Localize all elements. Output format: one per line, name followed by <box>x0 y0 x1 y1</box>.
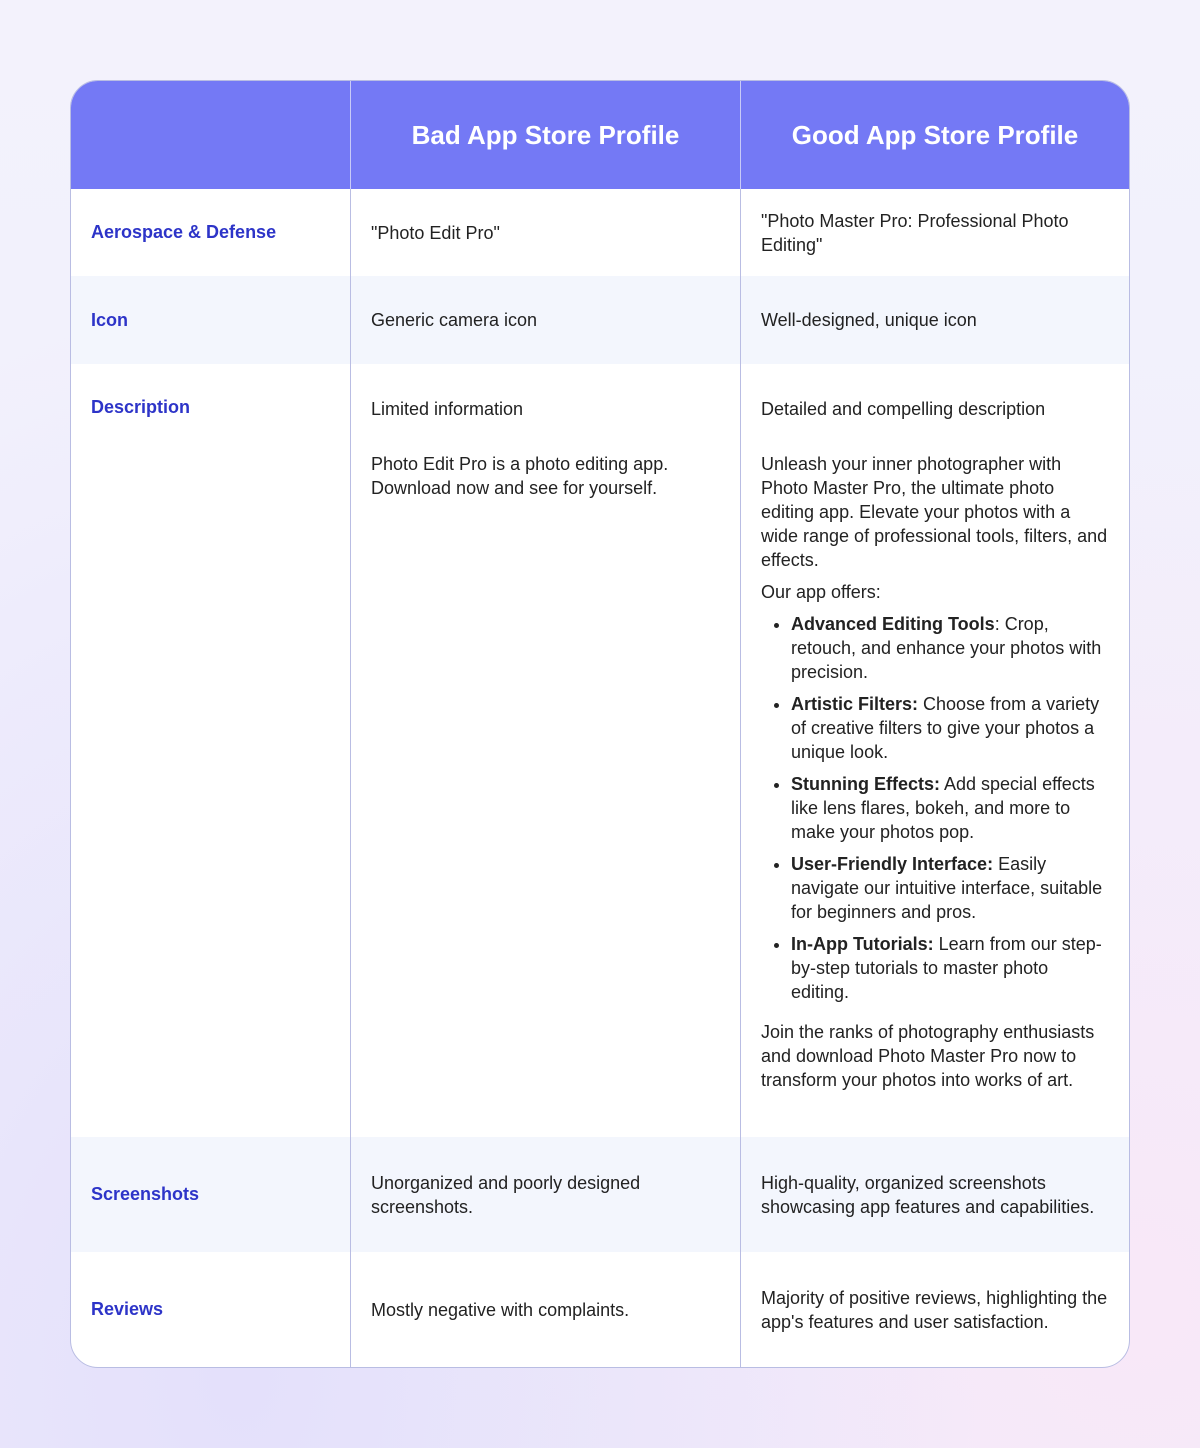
good-value: High-quality, organized screenshots show… <box>761 1172 1095 1217</box>
good-desc-offers: Our app offers: <box>761 582 881 602</box>
feature-item: Advanced Editing Tools: Crop, retouch, a… <box>791 612 1109 684</box>
table-header: Bad App Store Profile Good App Store Pro… <box>71 81 1129 189</box>
bad-desc-body: Photo Edit Pro is a photo editing app. D… <box>371 454 669 498</box>
header-good-profile: Good App Store Profile <box>740 81 1129 189</box>
header-bad-title: Bad App Store Profile <box>411 119 680 150</box>
bad-value: Mostly negative with complaints. <box>371 1299 630 1320</box>
row-label: Screenshots <box>91 1184 200 1204</box>
good-value: Majority of positive reviews, highlighti… <box>761 1287 1108 1332</box>
table-row-screenshots: Screenshots Unorganized and poorly desig… <box>71 1137 1129 1252</box>
comparison-table: Bad App Store Profile Good App Store Pro… <box>70 80 1130 1368</box>
feature-item: User-Friendly Interface: Easily navigate… <box>791 852 1109 924</box>
good-value: "Photo Master Pro: Professional Photo Ed… <box>761 210 1069 255</box>
bad-value: "Photo Edit Pro" <box>371 222 500 243</box>
good-desc-title: Detailed and compelling description <box>761 399 1046 419</box>
header-bad-profile: Bad App Store Profile <box>350 81 740 189</box>
table-row-name: Aerospace & Defense "Photo Edit Pro" "Ph… <box>71 189 1129 276</box>
row-label: Description <box>91 397 191 417</box>
header-good-title: Good App Store Profile <box>791 119 1079 150</box>
good-value: Well-designed, unique icon <box>761 310 977 330</box>
bad-value: Generic camera icon <box>371 310 538 330</box>
good-desc-outro: Join the ranks of photography enthusiast… <box>761 1022 1095 1090</box>
table-row-description: Description Limited information Photo Ed… <box>71 364 1129 1137</box>
row-label: Reviews <box>91 1299 164 1319</box>
bad-desc-title: Limited information <box>371 399 524 419</box>
feature-item: Artistic Filters: Choose from a variety … <box>791 692 1109 764</box>
feature-list: Advanced Editing Tools: Crop, retouch, a… <box>761 612 1109 1012</box>
table-row-icon: Icon Generic camera icon Well-designed, … <box>71 276 1129 364</box>
header-empty-cell <box>71 81 350 189</box>
table-row-reviews: Reviews Mostly negative with complaints.… <box>71 1252 1129 1367</box>
feature-item: Stunning Effects: Add special effects li… <box>791 772 1109 844</box>
bad-value: Unorganized and poorly designed screensh… <box>371 1172 641 1217</box>
row-label: Icon <box>91 309 129 330</box>
feature-item: In-App Tutorials: Learn from our step-by… <box>791 932 1109 1004</box>
row-label: Aerospace & Defense <box>91 222 277 242</box>
good-desc-intro: Unleash your inner photographer with Pho… <box>761 454 1108 570</box>
